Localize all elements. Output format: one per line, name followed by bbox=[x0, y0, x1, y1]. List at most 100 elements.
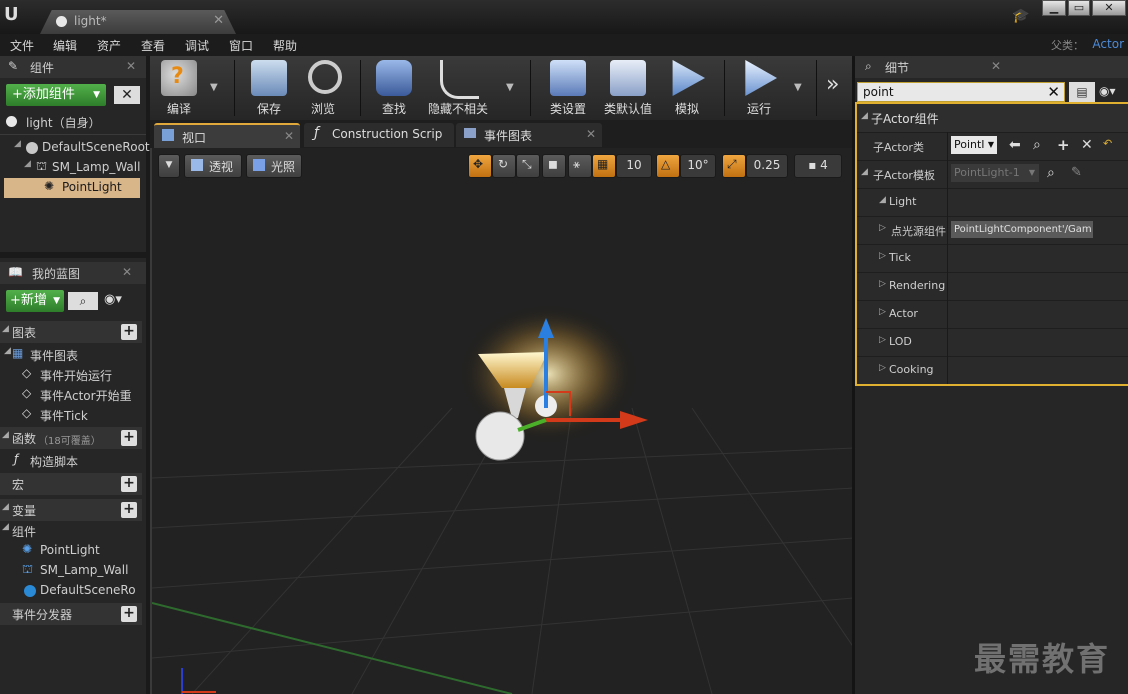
tree-item-event-tick[interactable]: ◇ 事件Tick bbox=[0, 405, 140, 425]
close-tab-icon[interactable]: ✕ bbox=[586, 127, 596, 141]
search-icon[interactable]: ⌕ bbox=[68, 292, 98, 310]
scale-snap-value[interactable]: 0.25 bbox=[746, 154, 788, 178]
child-actor-template-select[interactable]: PointLight-1 ▼ bbox=[951, 164, 1039, 182]
hide-unrelated-button[interactable]: 隐藏不相关 bbox=[422, 56, 494, 120]
visibility-eye-icon[interactable]: ◉▾ bbox=[1099, 84, 1128, 100]
clear-search-icon[interactable]: ✕ bbox=[1047, 83, 1060, 101]
eye-icon[interactable]: ◉▾ bbox=[104, 292, 134, 310]
tree-item-event-actor-overlap[interactable]: ◇ 事件Actor开始重 bbox=[0, 385, 140, 405]
rotate-tool-button[interactable]: ↻ bbox=[492, 154, 516, 178]
section-variables[interactable]: ◢ 变量 + bbox=[0, 499, 142, 521]
camera-speed-button[interactable]: ▪ 4 bbox=[794, 154, 842, 178]
tree-item-event-begin-play[interactable]: ◇ 事件开始运行 bbox=[0, 365, 140, 385]
section-graphs[interactable]: ◢ 图表 + bbox=[0, 321, 142, 343]
my-blueprint-tab[interactable]: 📖 我的蓝图 ✕ bbox=[0, 262, 146, 284]
grid-snap-toggle[interactable]: ▦ bbox=[592, 154, 616, 178]
add-component-button[interactable]: +添加组件 ▼ bbox=[6, 84, 106, 106]
details-tab[interactable]: ⌕ 细节 ✕ bbox=[855, 56, 1128, 78]
close-tab-icon[interactable]: ✕ bbox=[213, 13, 224, 28]
play-options-dropdown[interactable]: ▼ bbox=[794, 82, 802, 93]
tree-item-construction-script[interactable]: ƒ 构造脚本 bbox=[0, 451, 140, 471]
compile-options-dropdown[interactable]: ▼ bbox=[210, 82, 218, 93]
close-tab-icon[interactable]: ✕ bbox=[284, 129, 294, 143]
parent-class-link[interactable]: Actor bbox=[1092, 37, 1124, 51]
variable-item-pointlight[interactable]: ✺ PointLight bbox=[0, 541, 140, 561]
surface-snap-button[interactable]: ⚹ bbox=[568, 154, 592, 178]
document-tab[interactable]: light* ✕ bbox=[40, 10, 236, 34]
tree-item-sm-lamp-wall[interactable]: ◢ ⛫ SM_Lamp_Wall bbox=[0, 158, 140, 178]
scale-tool-button[interactable]: ⤡ bbox=[516, 154, 540, 178]
point-light-component-field[interactable]: PointLightComponent'/Gam bbox=[951, 221, 1093, 238]
minimize-button[interactable]: ▁ bbox=[1042, 0, 1066, 16]
find-button[interactable]: 查找 bbox=[368, 56, 420, 120]
browse-magnifier-icon[interactable]: ⌕ bbox=[1047, 165, 1055, 181]
viewport[interactable]: ▼ 透视 光照 ✥ ↻ ⤡ ◼ ⚹ ▦ 10 △ 10° ⤢ 0.25 ▪ 4 bbox=[150, 148, 852, 694]
menu-window[interactable]: 窗口 bbox=[229, 37, 253, 54]
scale-snap-toggle[interactable]: ⤢ bbox=[722, 154, 746, 178]
property-row-cooking[interactable]: ▷ Cooking bbox=[857, 356, 1128, 384]
menu-asset[interactable]: 资产 bbox=[97, 37, 121, 54]
section-functions[interactable]: ◢ 函数 （18可覆盖） + bbox=[0, 427, 142, 449]
rotation-snap-value[interactable]: 10° bbox=[680, 154, 716, 178]
toolbar-overflow-button[interactable]: » bbox=[826, 72, 839, 97]
add-graph-button[interactable]: + bbox=[121, 324, 137, 340]
add-plus-icon[interactable]: + bbox=[1057, 136, 1070, 154]
close-panel-icon[interactable]: ✕ bbox=[122, 265, 132, 279]
add-function-button[interactable]: + bbox=[121, 430, 137, 446]
child-actor-class-select[interactable]: PointI ▼ bbox=[951, 136, 997, 154]
property-row-tick[interactable]: ▷ Tick bbox=[857, 244, 1128, 273]
compile-button[interactable]: ? 编译 bbox=[154, 56, 204, 120]
category-child-actor-component[interactable]: ◢ 子Actor组件 bbox=[857, 104, 1128, 133]
graduation-cap-icon[interactable]: 🎓 bbox=[1012, 8, 1032, 24]
details-search-input[interactable]: point ✕ bbox=[857, 82, 1065, 102]
menu-debug[interactable]: 调试 bbox=[185, 37, 209, 54]
menu-help[interactable]: 帮助 bbox=[273, 37, 297, 54]
property-row-actor[interactable]: ▷ Actor bbox=[857, 300, 1128, 329]
section-dispatchers[interactable]: 事件分发器 + bbox=[0, 603, 142, 625]
class-settings-button[interactable]: 类设置 bbox=[540, 56, 596, 120]
self-row[interactable]: light（自身） bbox=[0, 112, 140, 132]
add-variable-button[interactable]: + bbox=[121, 502, 137, 518]
property-row-point-light-component[interactable]: ▷ 点光源组件 PointLightComponent'/Gam bbox=[857, 216, 1128, 245]
variable-item-sm-lamp-wall[interactable]: ⛫ SM_Lamp_Wall bbox=[0, 561, 140, 581]
rotation-snap-toggle[interactable]: △ bbox=[656, 154, 680, 178]
menu-file[interactable]: 文件 bbox=[10, 37, 34, 54]
lit-mode-button[interactable]: 光照 bbox=[246, 154, 302, 178]
variable-item-defaultsceneroot[interactable]: DefaultSceneRo bbox=[0, 581, 140, 601]
hide-options-dropdown[interactable]: ▼ bbox=[506, 82, 514, 93]
viewport-options-dropdown[interactable]: ▼ bbox=[158, 154, 180, 178]
translate-tool-button[interactable]: ✥ bbox=[468, 154, 492, 178]
class-defaults-button[interactable]: 类默认值 bbox=[600, 56, 656, 120]
components-tab[interactable]: ✎ 组件 ✕ bbox=[0, 56, 146, 78]
tree-item-pointlight[interactable]: ✺ PointLight bbox=[4, 178, 140, 198]
reset-to-default-icon[interactable]: ↶ bbox=[1103, 137, 1112, 150]
property-row-rendering[interactable]: ▷ Rendering bbox=[857, 272, 1128, 301]
eyedropper-icon[interactable]: ✎ bbox=[1071, 165, 1082, 180]
play-button[interactable]: 运行 bbox=[734, 56, 784, 120]
browse-magnifier-icon[interactable]: ⌕ bbox=[1033, 137, 1041, 153]
menu-edit[interactable]: 编辑 bbox=[53, 37, 77, 54]
tree-item-components-group[interactable]: ◢ 组件 bbox=[0, 521, 140, 541]
tab-construction-script[interactable]: ƒ Construction Scrip bbox=[304, 123, 454, 147]
property-row-light[interactable]: ◢ Light bbox=[857, 188, 1128, 217]
search-toggle-button[interactable]: ✕ bbox=[114, 86, 140, 104]
clear-x-icon[interactable]: ✕ bbox=[1081, 137, 1093, 153]
tab-viewport[interactable]: 视口 ✕ bbox=[154, 123, 300, 149]
coord-system-button[interactable]: ◼ bbox=[542, 154, 566, 178]
simulate-button[interactable]: 模拟 bbox=[662, 56, 712, 120]
grid-snap-value[interactable]: 10 bbox=[616, 154, 652, 178]
use-selected-arrow-icon[interactable]: ⬅ bbox=[1009, 137, 1021, 153]
property-matrix-button[interactable]: ▤ bbox=[1069, 82, 1095, 102]
save-button[interactable]: 保存 bbox=[246, 56, 292, 120]
maximize-button[interactable]: ▭ bbox=[1068, 0, 1090, 16]
close-panel-icon[interactable]: ✕ bbox=[126, 59, 136, 73]
property-row-lod[interactable]: ▷ LOD bbox=[857, 328, 1128, 357]
tab-event-graph[interactable]: 事件图表 ✕ bbox=[456, 123, 602, 147]
section-macros[interactable]: 宏 + bbox=[0, 473, 142, 495]
close-panel-icon[interactable]: ✕ bbox=[991, 59, 1001, 73]
browse-button[interactable]: 浏览 bbox=[300, 56, 346, 120]
perspective-button[interactable]: 透视 bbox=[184, 154, 242, 178]
new-button[interactable]: +新增 ▼ bbox=[6, 290, 64, 312]
tree-item-defaultsceneroot[interactable]: ◢ DefaultSceneRoot bbox=[0, 138, 150, 158]
tree-item-event-graph[interactable]: ◢ ▦ 事件图表 bbox=[0, 345, 140, 365]
